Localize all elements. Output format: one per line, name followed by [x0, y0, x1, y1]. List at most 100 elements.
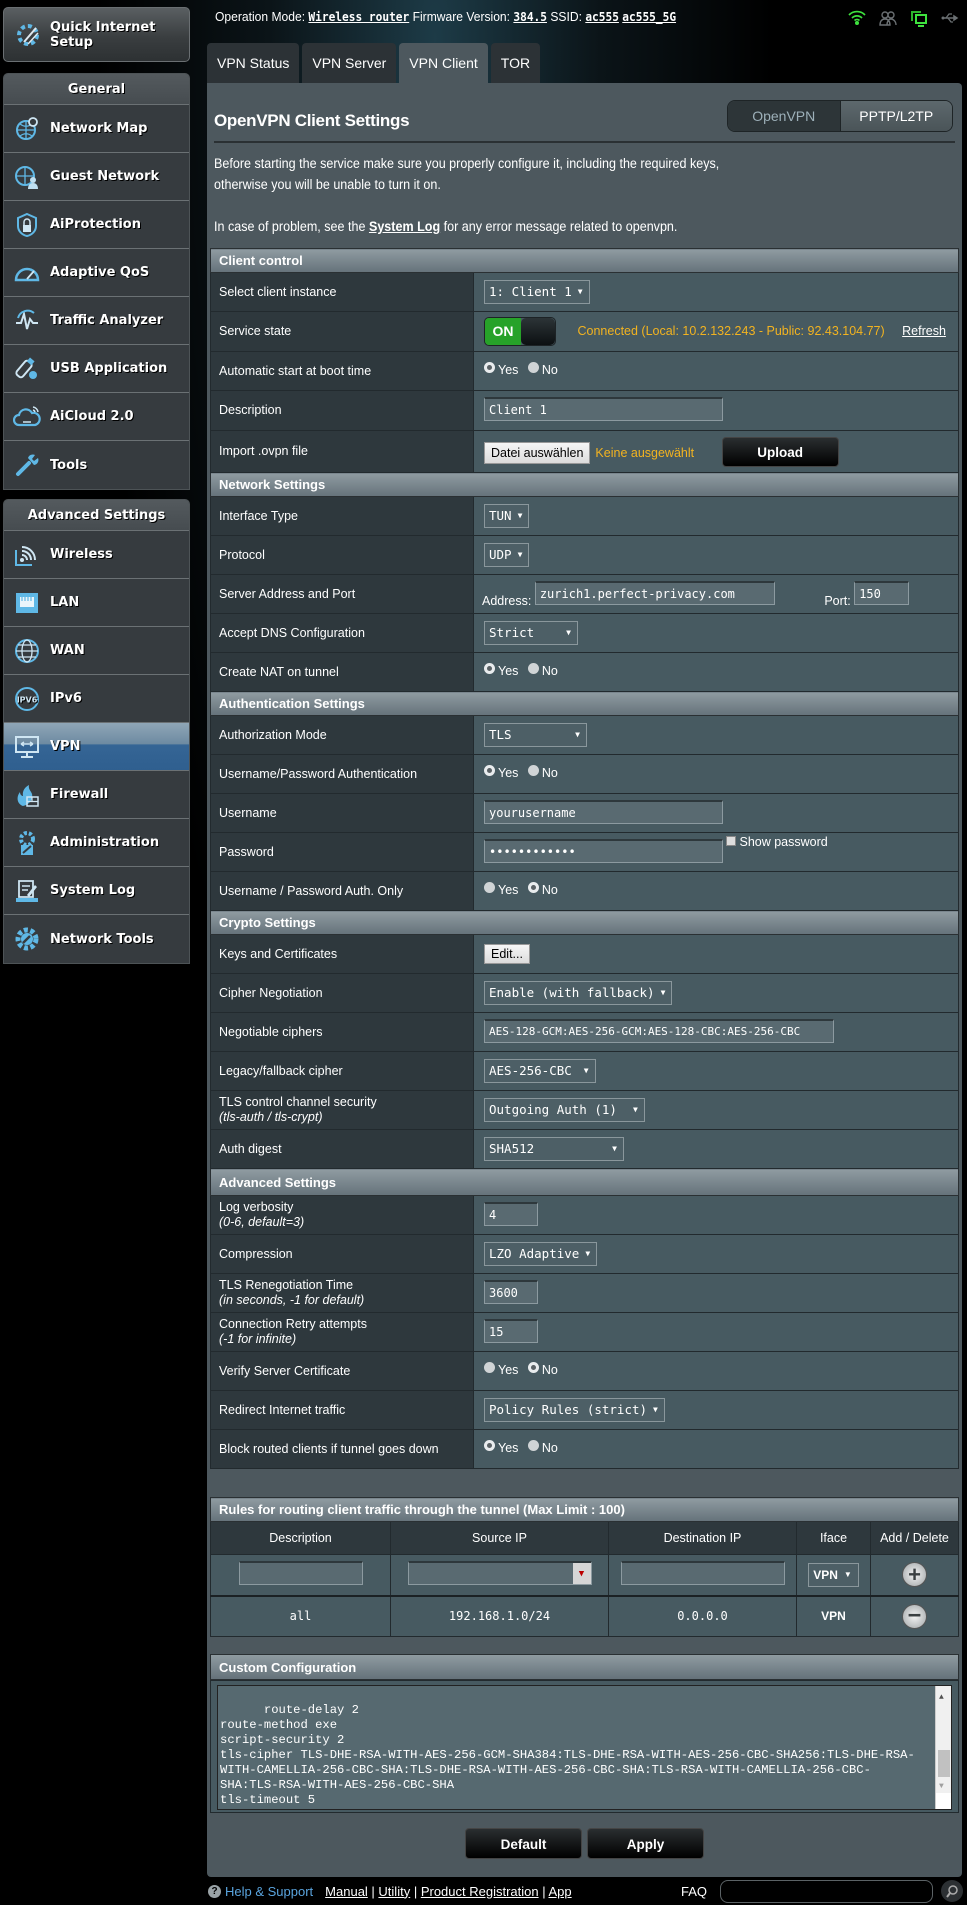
firmware-version-link[interactable]: 384.5	[513, 10, 547, 24]
pptp-l2tp-toggle[interactable]: PPTP/L2TP	[839, 101, 952, 131]
usb-status-icon[interactable]	[941, 9, 959, 27]
tls-reneg-input[interactable]: 3600	[484, 1279, 538, 1304]
show-password-checkbox[interactable]: Show password	[726, 835, 828, 849]
sidebar-item-lan[interactable]: LAN	[4, 579, 189, 627]
add-rule-button[interactable]: +	[902, 1562, 927, 1588]
protocol-select[interactable]: UDP ▼	[484, 543, 530, 567]
negotiable-ciphers-input[interactable]: AES-128-GCM:AES-256-GCM:AES-128-CBC:AES-…	[484, 1018, 834, 1043]
scroll-up-icon[interactable]: ▲	[939, 1690, 944, 1705]
rule-iface-select[interactable]: VPN ▼	[808, 1562, 859, 1587]
sidebar-item-wireless[interactable]: Wireless	[4, 531, 189, 579]
userpass-no-radio[interactable]: No	[527, 764, 558, 781]
nat-no-radio[interactable]: No	[527, 662, 558, 678]
service-state-toggle[interactable]: ON	[484, 317, 556, 346]
username-input[interactable]: yourusername	[484, 799, 723, 824]
radio-label: No	[541, 766, 558, 781]
operation-mode-link[interactable]: Wireless router	[308, 10, 409, 24]
compression-select[interactable]: LZO Adaptive ▼	[484, 1242, 598, 1266]
sidebar-item-vpn[interactable]: VPN	[4, 723, 189, 771]
authorization-mode-select[interactable]: TLS ▼	[484, 723, 587, 747]
nat-yes-radio[interactable]: Yes	[484, 662, 518, 678]
help-support-link[interactable]: ? Help & Support	[208, 1884, 313, 1899]
chevron-down-icon: ▼	[612, 1144, 617, 1153]
utility-link[interactable]: Utility	[378, 1884, 410, 1899]
source-ip-dropdown-icon[interactable]: ▼	[572, 1563, 591, 1585]
retry-input[interactable]: 15	[484, 1318, 538, 1343]
auth-only-no-radio[interactable]: No	[527, 881, 558, 897]
block-yes-radio[interactable]: Yes	[484, 1439, 518, 1455]
scrollbar-thumb[interactable]	[938, 1750, 950, 1777]
sidebar-item-firewall[interactable]: Firewall	[4, 771, 189, 819]
sidebar-item-administration[interactable]: Administration	[4, 819, 189, 867]
manual-link[interactable]: Manual	[325, 1884, 368, 1899]
textarea-scrollbar[interactable]: ▲ ▼	[935, 1686, 951, 1809]
users-icon[interactable]	[879, 9, 897, 27]
accept-dns-select[interactable]: Strict ▼	[484, 621, 578, 645]
description-input[interactable]: Client 1	[484, 397, 723, 421]
sidebar-item-wan[interactable]: WAN	[4, 627, 189, 675]
app-link[interactable]: App	[548, 1884, 571, 1899]
tls-control-select[interactable]: Outgoing Auth (1) ▼	[484, 1098, 645, 1122]
search-button[interactable]	[941, 1880, 963, 1902]
ssid-5g-link[interactable]: ac555_5G	[622, 10, 676, 24]
custom-config-textarea[interactable]: route-delay 2 route-method exe script-se…	[217, 1685, 952, 1810]
default-button[interactable]: Default	[465, 1828, 582, 1859]
network-status-icon[interactable]	[910, 9, 928, 27]
delete-rule-button[interactable]: −	[902, 1603, 927, 1629]
system-log-link[interactable]: System Log	[369, 219, 440, 234]
log-verbosity-input[interactable]: 4	[484, 1201, 538, 1226]
product-registration-link[interactable]: Product Registration	[421, 1884, 539, 1899]
sidebar-item-system-log[interactable]: System Log	[4, 867, 189, 915]
scroll-down-icon[interactable]: ▼	[939, 1779, 944, 1794]
rule-destination-ip-input[interactable]	[620, 1561, 785, 1586]
interface-type-select[interactable]: TUN ▼	[484, 504, 530, 528]
wifi-icon[interactable]	[848, 9, 866, 27]
edit-keys-button[interactable]: Edit...	[484, 944, 530, 964]
custom-config-text: route-delay 2 route-method exe script-se…	[220, 1703, 915, 1809]
autostart-no-radio[interactable]: No	[527, 361, 558, 377]
section-crypto-settings: Crypto Settings	[210, 910, 959, 935]
cipher-negotiation-select[interactable]: Enable (with fallback) ▼	[484, 981, 673, 1005]
auth-digest-select[interactable]: SHA512 ▼	[484, 1137, 624, 1161]
port-input[interactable]: 150	[854, 580, 910, 605]
redirect-traffic-select[interactable]: Policy Rules (strict) ▼	[484, 1398, 665, 1422]
sidebar-item-tools[interactable]: Tools	[4, 441, 189, 489]
sidebar-item-usb-application[interactable]: USB Application	[4, 345, 189, 393]
verify-no-radio[interactable]: No	[527, 1361, 558, 1377]
auth-only-yes-radio[interactable]: Yes	[484, 881, 518, 897]
faq-search-input[interactable]	[720, 1879, 933, 1903]
sidebar-item-aiprotection[interactable]: AiProtection	[4, 201, 189, 249]
sidebar-item-label: Wireless	[50, 547, 113, 562]
rule-source-ip-input[interactable]: ▼	[407, 1561, 592, 1586]
quick-internet-setup-button[interactable]: Quick Internet Setup	[3, 7, 190, 62]
rule-description-input[interactable]	[238, 1561, 363, 1586]
client-instance-select[interactable]: 1: Client 1 ▼	[484, 280, 590, 304]
col-description: Description	[210, 1521, 391, 1555]
apply-button[interactable]: Apply	[587, 1828, 704, 1859]
password-input[interactable]: ••••••••••••	[484, 838, 723, 863]
autostart-yes-radio[interactable]: Yes	[484, 361, 518, 377]
tab-vpn-status[interactable]: VPN Status	[207, 43, 300, 83]
resize-grip-icon[interactable]	[936, 1793, 951, 1809]
sidebar-item-guest-network[interactable]: Guest Network	[4, 153, 189, 201]
refresh-link[interactable]: Refresh	[902, 324, 946, 338]
upload-button[interactable]: Upload	[721, 436, 839, 467]
ssid-2g-link[interactable]: ac555	[585, 10, 619, 24]
tab-vpn-server[interactable]: VPN Server	[302, 43, 397, 83]
tab-tor[interactable]: TOR	[490, 43, 541, 83]
block-no-radio[interactable]: No	[527, 1439, 558, 1455]
userpass-yes-radio[interactable]: Yes	[484, 764, 518, 780]
legacy-cipher-select[interactable]: AES-256-CBC ▼	[484, 1059, 596, 1083]
sidebar-item-network-map[interactable]: Network Map	[4, 105, 189, 153]
sidebar-item-aicloud[interactable]: AiCloud 2.0	[4, 393, 189, 441]
compression-value: LZO Adaptive	[489, 1246, 580, 1261]
openvpn-toggle[interactable]: OpenVPN	[728, 101, 840, 131]
verify-yes-radio[interactable]: Yes	[484, 1361, 518, 1377]
sidebar-item-ipv6[interactable]: IPV6 IPv6	[4, 675, 189, 723]
tab-vpn-client[interactable]: VPN Client	[399, 43, 488, 83]
sidebar-item-traffic-analyzer[interactable]: Traffic Analyzer	[4, 297, 189, 345]
server-address-input[interactable]: zurich1.perfect-privacy.com	[534, 580, 775, 605]
sidebar-item-adaptive-qos[interactable]: Adaptive QoS	[4, 249, 189, 297]
choose-file-button[interactable]: Datei auswählen	[484, 441, 591, 464]
sidebar-item-network-tools[interactable]: Network Tools	[4, 915, 189, 963]
